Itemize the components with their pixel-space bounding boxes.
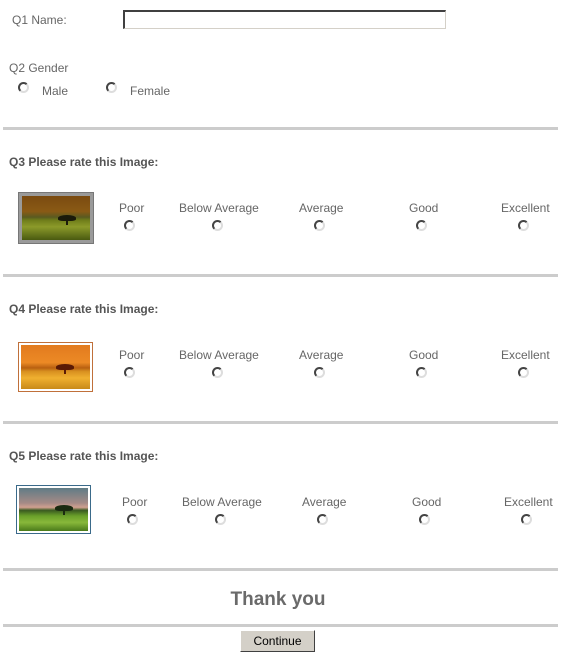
divider — [3, 568, 558, 571]
q5-option-label: Excellent — [504, 495, 553, 509]
q3-radio-below-average[interactable] — [212, 220, 223, 231]
q4-image — [18, 342, 93, 392]
q5-radio-below-average[interactable] — [215, 514, 226, 525]
divider — [3, 127, 558, 130]
q4-option-label: Good — [409, 348, 439, 362]
divider — [3, 274, 558, 277]
q3-radio-poor[interactable] — [124, 220, 135, 231]
q3-option-label: Below Average — [179, 201, 259, 215]
q4-option-label: Average — [299, 348, 344, 362]
q3-radio-average[interactable] — [314, 220, 325, 231]
q3-option-label: Good — [409, 201, 439, 215]
continue-button[interactable]: Continue — [240, 630, 315, 652]
q3-option-label: Poor — [119, 201, 145, 215]
q1-label: Q1 Name: — [12, 13, 67, 27]
q2-label: Q2 Gender — [9, 61, 69, 75]
q5-radio-excellent[interactable] — [521, 514, 532, 525]
q3-title: Q3 Please rate this Image: — [9, 155, 159, 169]
q5-image — [16, 485, 91, 534]
gender-male-label: Male — [42, 84, 69, 98]
q3-image — [18, 192, 94, 244]
q3-radio-excellent[interactable] — [518, 220, 529, 231]
q5-radio-poor[interactable] — [127, 514, 138, 525]
gender-female-radio[interactable] — [106, 82, 117, 93]
q5-radio-average[interactable] — [317, 514, 328, 525]
q4-option-label: Poor — [119, 348, 145, 362]
divider — [3, 624, 558, 627]
name-input[interactable] — [123, 10, 446, 29]
gender-male-radio[interactable] — [18, 82, 29, 93]
q4-radio-poor[interactable] — [124, 367, 135, 378]
gender-female-label: Female — [130, 84, 171, 98]
q4-radio-good[interactable] — [416, 367, 427, 378]
q4-radio-below-average[interactable] — [212, 367, 223, 378]
q4-radio-excellent[interactable] — [518, 367, 529, 378]
q5-radio-good[interactable] — [419, 514, 430, 525]
q3-radio-good[interactable] — [416, 220, 427, 231]
q4-title: Q4 Please rate this Image: — [9, 302, 159, 316]
q5-option-label: Poor — [122, 495, 148, 509]
q4-option-label: Excellent — [501, 348, 550, 362]
q4-radio-average[interactable] — [314, 367, 325, 378]
q5-option-label: Average — [302, 495, 347, 509]
q5-option-label: Below Average — [182, 495, 262, 509]
q5-option-label: Good — [412, 495, 442, 509]
thank-you-text: Thank you — [230, 589, 326, 610]
q4-option-label: Below Average — [179, 348, 259, 362]
q3-option-label: Excellent — [501, 201, 550, 215]
q5-title: Q5 Please rate this Image: — [9, 449, 159, 463]
q3-option-label: Average — [299, 201, 344, 215]
divider — [3, 421, 558, 424]
